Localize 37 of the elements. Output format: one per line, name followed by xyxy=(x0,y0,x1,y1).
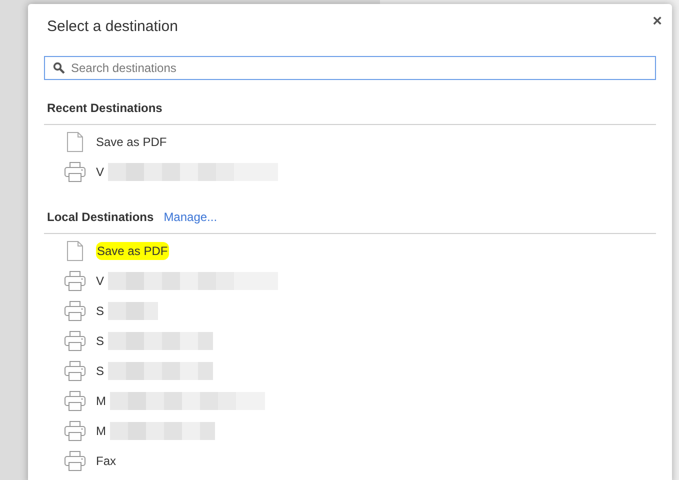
dialog-title: Select a destination xyxy=(47,17,178,37)
section-heading: Recent Destinations xyxy=(47,100,162,117)
destination-label: M xyxy=(96,423,106,440)
destination-item[interactable]: S xyxy=(28,356,672,386)
destination-label: S xyxy=(96,363,104,380)
destination-item[interactable]: M xyxy=(28,416,672,446)
destination-item[interactable]: M xyxy=(28,386,672,416)
section-heading: Local Destinations xyxy=(47,209,154,226)
printer-icon xyxy=(64,421,86,441)
destination-label: V xyxy=(96,273,104,290)
destination-item[interactable]: Save as PDF xyxy=(28,236,672,266)
destination-label: M xyxy=(96,393,106,410)
destination-item[interactable]: V xyxy=(28,157,672,187)
destination-label: Save as PDF xyxy=(96,134,167,151)
destination-item[interactable]: Save as PDF xyxy=(28,127,672,157)
destination-label: Save as PDF xyxy=(96,242,169,260)
destination-item[interactable]: Fax xyxy=(28,446,672,476)
destination-label: S xyxy=(96,333,104,350)
printer-icon xyxy=(64,331,86,351)
destination-label: Fax xyxy=(96,453,116,470)
search-field[interactable]: Search destinations xyxy=(44,56,656,80)
printer-icon xyxy=(64,301,86,321)
destination-label: S xyxy=(96,303,104,320)
destination-item[interactable]: S xyxy=(28,296,672,326)
document-icon xyxy=(67,132,83,152)
printer-icon xyxy=(64,162,86,182)
printer-icon xyxy=(64,271,86,291)
close-button[interactable]: × xyxy=(652,14,662,30)
search-icon xyxy=(53,62,65,74)
printer-icon xyxy=(64,361,86,381)
destination-label: V xyxy=(96,164,104,181)
document-icon xyxy=(67,241,83,261)
manage-link[interactable]: Manage... xyxy=(164,208,218,226)
destination-item[interactable]: V xyxy=(28,266,672,296)
printer-icon xyxy=(64,451,86,471)
printer-icon xyxy=(64,391,86,411)
destination-item[interactable]: S xyxy=(28,326,672,356)
